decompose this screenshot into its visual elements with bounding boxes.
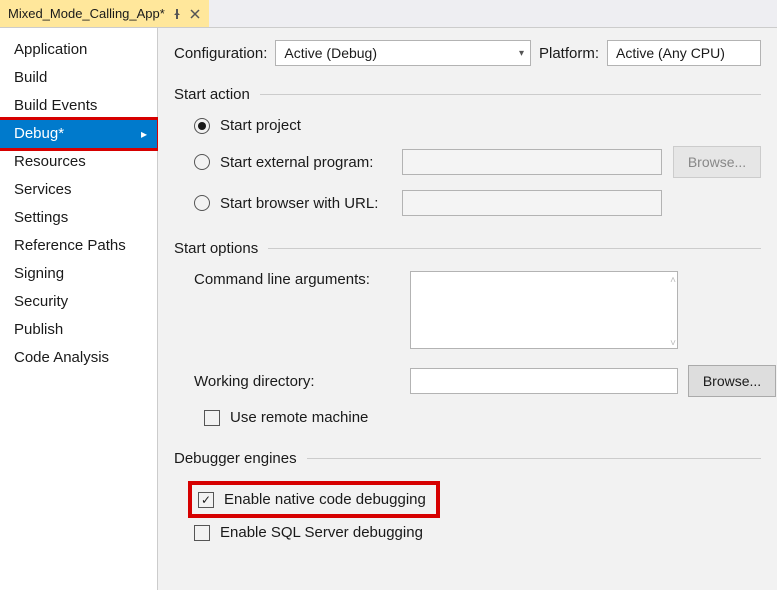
section-title: Start options (174, 240, 258, 257)
scroll-up-icon: ˄ (670, 275, 676, 286)
sidebar-item-application[interactable]: Application (0, 36, 157, 64)
start-project-label: Start project (220, 117, 301, 134)
document-tabbar: Mixed_Mode_Calling_App* (0, 0, 777, 28)
start-browser-radio[interactable] (194, 195, 210, 211)
sidebar-item-publish[interactable]: Publish (0, 316, 157, 344)
enable-native-debugging-label: Enable native code debugging (224, 491, 426, 508)
workdir-label: Working directory: (194, 373, 400, 390)
sidebar-item-resources[interactable]: Resources (0, 148, 157, 176)
configuration-label: Configuration: (174, 45, 267, 62)
platform-value: Active (Any CPU) (616, 45, 725, 61)
debug-settings-panel: Configuration: Active (Debug) ▾ Platform… (158, 28, 777, 590)
external-program-input[interactable] (402, 149, 662, 175)
document-tab[interactable]: Mixed_Mode_Calling_App* (0, 0, 209, 27)
configuration-value: Active (Debug) (284, 45, 377, 61)
pin-icon[interactable] (171, 8, 183, 20)
sidebar-item-debug[interactable]: Debug* (0, 120, 157, 148)
platform-dropdown[interactable]: Active (Any CPU) (607, 40, 761, 66)
enable-native-debugging-checkbox[interactable]: ✓ (198, 492, 214, 508)
sidebar-item-security[interactable]: Security (0, 288, 157, 316)
start-project-radio[interactable] (194, 118, 210, 134)
enable-sql-debugging-checkbox[interactable] (194, 525, 210, 541)
sidebar-item-signing[interactable]: Signing (0, 260, 157, 288)
close-icon[interactable] (189, 8, 201, 20)
scroll-down-icon: ˅ (670, 338, 676, 349)
section-title: Start action (174, 86, 250, 103)
sidebar-item-build-events[interactable]: Build Events (0, 92, 157, 120)
project-properties-window: Mixed_Mode_Calling_App* Application Buil… (0, 0, 777, 590)
config-platform-row: Configuration: Active (Debug) ▾ Platform… (174, 40, 761, 66)
configuration-dropdown[interactable]: Active (Debug) ▾ (275, 40, 531, 66)
workdir-input[interactable] (410, 368, 678, 394)
browse-external-button[interactable]: Browse... (673, 146, 761, 178)
start-options-section: Start options Command line arguments: ˄ … (174, 240, 761, 426)
body: Application Build Build Events Debug* Re… (0, 28, 777, 590)
debugger-engines-section: Debugger engines ✓ Enable native code de… (174, 450, 761, 541)
cmd-args-label: Command line arguments: (194, 271, 400, 288)
divider (307, 458, 761, 459)
use-remote-label: Use remote machine (230, 409, 368, 426)
chevron-down-icon: ▾ (519, 48, 524, 59)
sidebar-item-reference-paths[interactable]: Reference Paths (0, 232, 157, 260)
sidebar-item-build[interactable]: Build (0, 64, 157, 92)
browse-workdir-button[interactable]: Browse... (688, 365, 776, 397)
native-debugging-highlight: ✓ Enable native code debugging (188, 481, 440, 518)
sidebar-item-code-analysis[interactable]: Code Analysis (0, 344, 157, 372)
start-external-radio[interactable] (194, 154, 210, 170)
start-action-section: Start action Start project Start externa… (174, 86, 761, 216)
sidebar-item-services[interactable]: Services (0, 176, 157, 204)
start-external-label: Start external program: (220, 154, 392, 171)
divider (268, 248, 761, 249)
use-remote-checkbox[interactable] (204, 410, 220, 426)
divider (260, 94, 761, 95)
platform-label: Platform: (539, 45, 599, 62)
enable-sql-debugging-label: Enable SQL Server debugging (220, 524, 423, 541)
tab-title: Mixed_Mode_Calling_App* (8, 6, 165, 21)
cmd-args-textarea[interactable] (410, 271, 678, 349)
sidebar-nav: Application Build Build Events Debug* Re… (0, 28, 158, 590)
section-title: Debugger engines (174, 450, 297, 467)
start-browser-label: Start browser with URL: (220, 195, 392, 212)
sidebar-item-settings[interactable]: Settings (0, 204, 157, 232)
browser-url-input[interactable] (402, 190, 662, 216)
